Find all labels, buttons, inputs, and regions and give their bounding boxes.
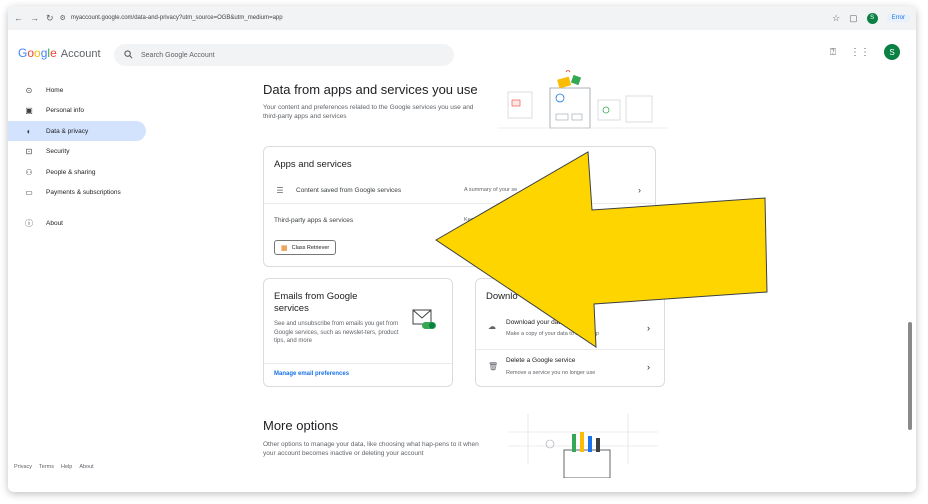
third-party-row[interactable]: Third-party apps & services Keep t [264, 207, 655, 233]
main-content: Data from apps and services you use Your… [148, 70, 916, 492]
site-info-icon[interactable]: ⚙ [60, 14, 66, 22]
forward-icon[interactable]: → [30, 13, 39, 23]
sidebar-item-payments[interactable]: ▭ Payments & subscriptions [8, 183, 146, 203]
emails-card-description: See and unsubscribe from emails you get … [274, 321, 399, 344]
apps-grid-icon[interactable]: ⋮⋮ [850, 47, 870, 58]
third-party-summary: Keep t [464, 217, 480, 223]
sidebar-item-home[interactable]: ⊙ Home [8, 80, 146, 100]
download-data-sub: Make a copy of your data to back it up [506, 331, 599, 337]
sidebar-item-about[interactable]: ⓘ About [8, 213, 146, 233]
browser-window: ← → ↻ ⚙ myaccount.google.com/data-and-pr… [8, 6, 916, 492]
apps-section-title: Data from apps and services you use [263, 82, 478, 97]
account-avatar[interactable]: S [884, 44, 900, 60]
delete-service-title[interactable]: Delete a Google service [506, 357, 575, 364]
people-icon: ⚇ [25, 167, 33, 177]
sidebar-item-label: Personal info [46, 107, 84, 114]
content-saved-summary: A summary of your se [464, 187, 518, 193]
trash-icon: 🗑︎ [488, 362, 499, 371]
chevron-right-icon[interactable]: › [647, 362, 650, 372]
apps-services-card: Apps and services ☰ Content saved from G… [263, 146, 656, 267]
apps-illustration [498, 70, 668, 129]
sidebar-item-data-privacy[interactable]: ◐ Data & privacy [8, 121, 146, 141]
sidebar-item-label: People & sharing [46, 168, 96, 176]
page-scrollbar[interactable] [908, 322, 912, 430]
sidebar-item-personal-info[interactable]: ▣ Personal info [8, 101, 146, 121]
email-toggle-icon [412, 309, 436, 329]
app-header: Google Account Search Google Account ⍰ ⋮… [8, 30, 916, 76]
sidebar-item-people-sharing[interactable]: ⚇ People & sharing [8, 162, 146, 182]
sidebar-item-label: Home [46, 86, 64, 94]
content-saved-row[interactable]: ☰ Content saved from Google services A s… [264, 177, 655, 203]
sidebar-item-label: Security [46, 148, 70, 155]
footer-about-link[interactable]: About [79, 464, 93, 470]
apps-section-description: Your content and preferences related to … [263, 104, 474, 120]
list-icon: ☰ [276, 185, 284, 195]
info-icon: ⓘ [25, 218, 33, 228]
sidebar: ⊙ Home ▣ Personal info ◐ Data & privacy … [8, 76, 148, 492]
sidebar-item-label: About [46, 219, 63, 227]
app-logo-icon: ▦ [281, 244, 288, 252]
card-divider [264, 363, 452, 364]
download-data-title[interactable]: Download your data [506, 319, 564, 326]
card-divider [476, 349, 664, 350]
header-actions: ⍰ ⋮⋮ S [830, 44, 900, 60]
lock-icon: ⊡ [25, 147, 33, 156]
tools-illustration [508, 414, 658, 478]
google-account-logo[interactable]: Google Account [18, 46, 101, 60]
toggle-icon: ◐ [26, 126, 32, 136]
address-bar[interactable]: ⚙ myaccount.google.com/data-and-privacy?… [60, 14, 283, 22]
emails-card: Emails from Google services See and unsu… [263, 278, 453, 387]
download-card-title-end: r data [604, 291, 629, 302]
browser-profile-avatar[interactable]: S [866, 12, 878, 24]
footer-help-link[interactable]: Help [61, 464, 72, 470]
browser-actions: ☆ ▢ S Error [832, 12, 910, 24]
apps-card-title: Apps and services [274, 159, 352, 170]
chip-label: Class Retriever [291, 244, 330, 251]
third-party-label: Third-party apps & services [274, 216, 354, 224]
sidebar-item-security[interactable]: ⊡ Security [8, 142, 146, 162]
card-divider [264, 203, 655, 204]
browser-toolbar: ← → ↻ ⚙ myaccount.google.com/data-and-pr… [8, 6, 916, 30]
footer-privacy-link[interactable]: Privacy [14, 464, 32, 470]
search-icon [124, 49, 133, 61]
account-wordmark: Account [60, 48, 101, 60]
sidebar-item-label: Payments & subscriptions [46, 189, 121, 196]
download-card-title-start: Downlo [486, 291, 518, 302]
url-text: myaccount.google.com/data-and-privacy?ut… [70, 15, 283, 21]
manage-email-preferences-link[interactable]: Manage email preferences [274, 371, 349, 377]
google-wordmark: Google [18, 46, 57, 60]
sidebar-footer: Privacy Terms Help About [14, 464, 94, 470]
error-badge[interactable]: Error [886, 14, 910, 22]
chevron-right-icon: › [638, 185, 641, 195]
sidebar-item-label: Data & privacy [46, 127, 89, 135]
chevron-right-icon[interactable]: › [647, 323, 650, 333]
back-icon[interactable]: ← [14, 13, 23, 23]
home-icon: ⊙ [25, 85, 33, 95]
footer-terms-link[interactable]: Terms [39, 464, 54, 470]
reload-icon[interactable]: ↻ [46, 13, 54, 24]
more-options-title: More options [263, 418, 339, 433]
browser-nav: ← → ↻ [14, 13, 54, 24]
search-input[interactable]: Search Google Account [141, 52, 215, 59]
content-saved-label: Content saved from Google services [296, 186, 402, 194]
help-icon[interactable]: ⍰ [830, 47, 836, 58]
card-icon: ▭ [25, 188, 33, 197]
download-data-card: Downlo r data ☁ Download your data Make … [475, 278, 665, 387]
delete-service-sub: Remove a service you no longer use [506, 370, 596, 376]
search-bar[interactable]: Search Google Account [114, 44, 454, 66]
emails-card-title: Emails from Google services [274, 291, 358, 314]
bookmark-star-icon[interactable]: ☆ [832, 13, 840, 24]
class-retriever-chip[interactable]: ▦ Class Retriever [274, 240, 337, 255]
id-card-icon: ▣ [25, 106, 33, 115]
reading-list-icon[interactable]: ▢ [849, 13, 858, 24]
cloud-download-icon: ☁ [488, 322, 496, 331]
more-options-description: Other options to manage your data, like … [263, 441, 479, 457]
